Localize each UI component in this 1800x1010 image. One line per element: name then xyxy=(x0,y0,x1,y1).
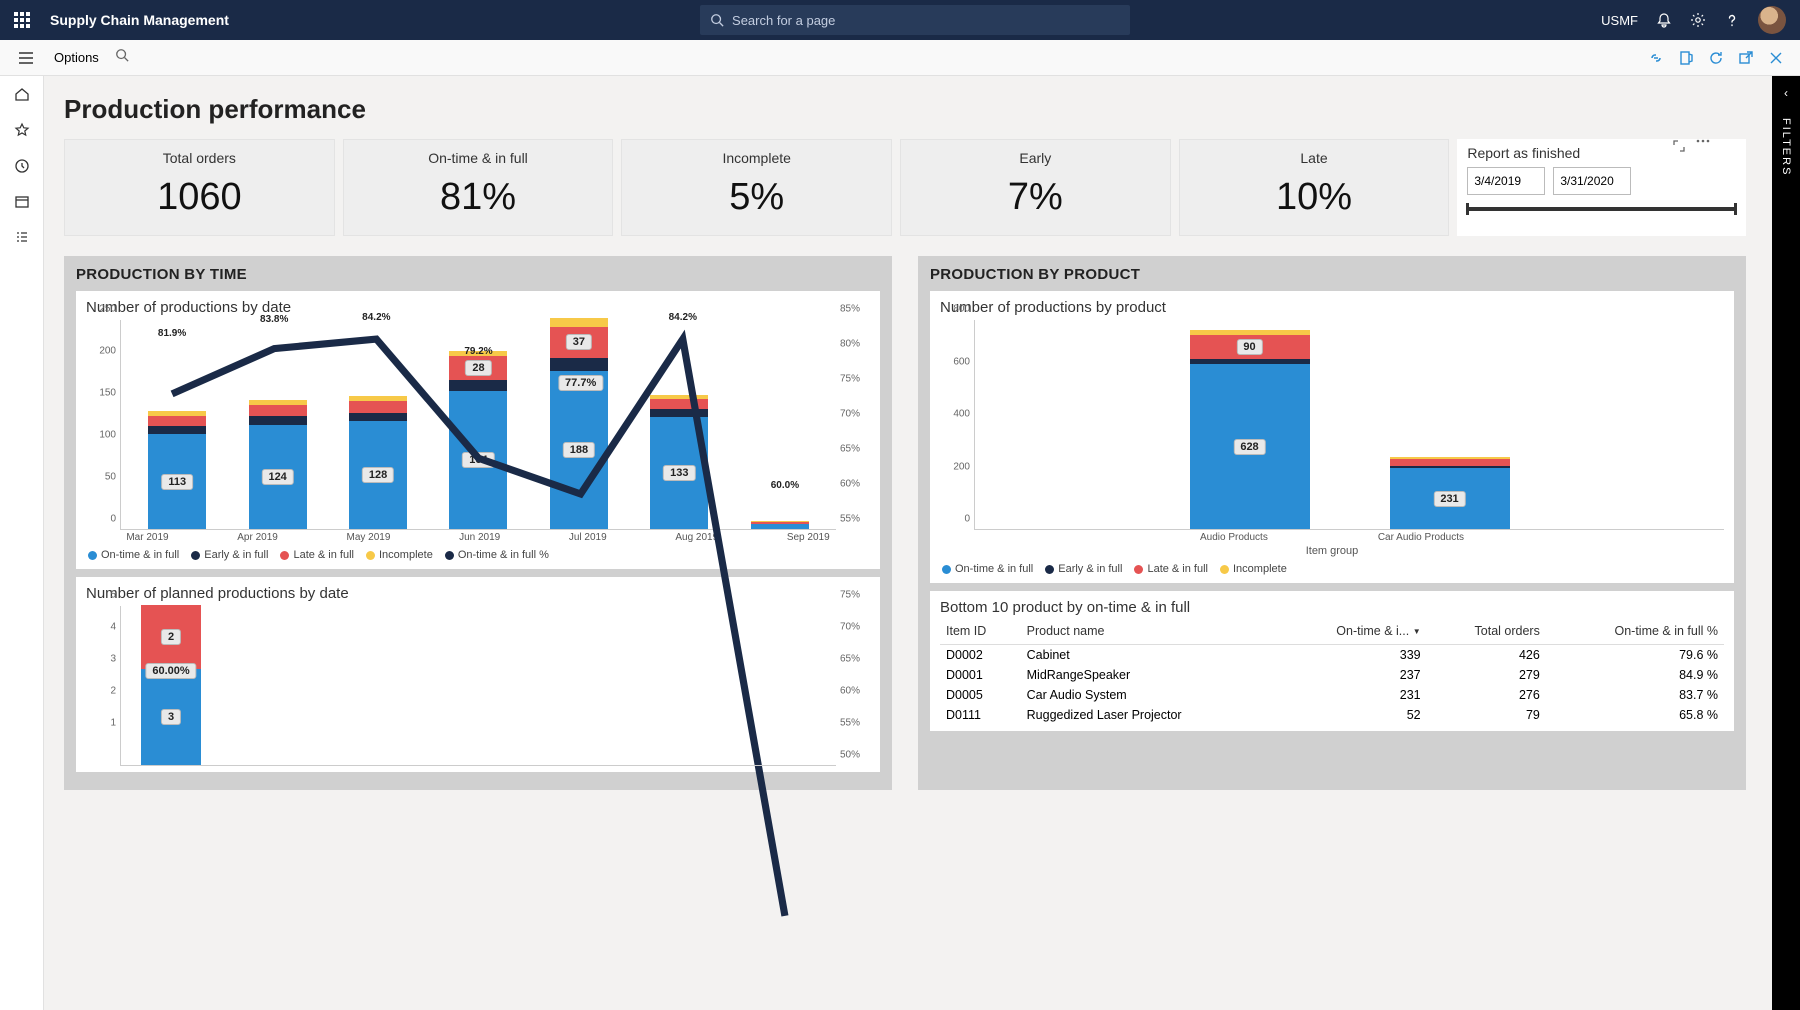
user-avatar[interactable] xyxy=(1758,6,1786,34)
close-icon[interactable] xyxy=(1768,50,1784,66)
table-row[interactable]: D0111Ruggedized Laser Projector527965.8 … xyxy=(940,705,1724,725)
app-launcher-icon[interactable] xyxy=(0,0,44,40)
panel-production-by-time: PRODUCTION BY TIME Number of productions… xyxy=(64,256,892,790)
link-icon[interactable] xyxy=(1648,50,1664,66)
office-icon[interactable] xyxy=(1678,50,1694,66)
action-search-icon[interactable] xyxy=(115,48,129,67)
date-to-input[interactable] xyxy=(1553,167,1631,195)
legend-time: On-time & in full Early & in full Late &… xyxy=(86,543,870,563)
page-title: Production performance xyxy=(64,94,1746,125)
date-range-slider[interactable] xyxy=(1467,207,1736,211)
modules-icon[interactable] xyxy=(0,220,44,256)
chart-planned-productions[interactable]: Number of planned productions by date 12… xyxy=(76,577,880,772)
hamburger-icon[interactable] xyxy=(8,51,44,65)
expand-icon[interactable] xyxy=(1672,139,1686,153)
chart-productions-by-product[interactable]: Number of productions by product 0200400… xyxy=(930,291,1734,583)
panel-production-by-product: PRODUCTION BY PRODUCT Number of producti… xyxy=(918,256,1746,790)
sort-desc-icon: ▼ xyxy=(1413,627,1421,636)
kpi-incomplete[interactable]: Incomplete 5% xyxy=(621,139,892,236)
top-navbar: Supply Chain Management Search for a pag… xyxy=(0,0,1800,40)
options-menu[interactable]: Options xyxy=(44,50,109,65)
global-search[interactable]: Search for a page xyxy=(700,5,1130,35)
table-row[interactable]: D0005Car Audio System23127683.7 % xyxy=(940,685,1724,705)
date-from-input[interactable] xyxy=(1467,167,1545,195)
settings-icon[interactable] xyxy=(1690,12,1706,28)
col-total[interactable]: Total orders xyxy=(1427,620,1546,645)
chevron-left-icon: ‹ xyxy=(1784,86,1788,100)
help-icon[interactable] xyxy=(1724,12,1740,28)
col-item-id[interactable]: Item ID xyxy=(940,620,1021,645)
notifications-icon[interactable] xyxy=(1656,12,1672,28)
home-icon[interactable] xyxy=(0,76,44,112)
chart-productions-by-date[interactable]: Number of productions by date 0501001502… xyxy=(76,291,880,569)
table-bottom-products: Bottom 10 product by on-time & in full I… xyxy=(930,591,1734,731)
left-rail xyxy=(0,76,44,1010)
popout-icon[interactable] xyxy=(1738,50,1754,66)
kpi-date-filter: Report as finished xyxy=(1457,139,1746,236)
search-placeholder: Search for a page xyxy=(732,13,835,28)
filters-rail[interactable]: ‹ FILTERS xyxy=(1772,76,1800,1010)
search-icon xyxy=(710,13,724,27)
action-bar: Options xyxy=(0,40,1800,76)
col-pct[interactable]: On-time & in full % xyxy=(1546,620,1724,645)
more-icon[interactable] xyxy=(1696,139,1710,143)
recent-icon[interactable] xyxy=(0,148,44,184)
col-otif[interactable]: On-time & i... ▼ xyxy=(1278,620,1427,645)
company-code[interactable]: USMF xyxy=(1601,13,1638,28)
kpi-on-time-full[interactable]: On-time & in full 81% xyxy=(343,139,614,236)
kpi-row: Total orders 1060 On-time & in full 81% … xyxy=(64,139,1746,236)
refresh-icon[interactable] xyxy=(1708,50,1724,66)
kpi-late[interactable]: Late 10% xyxy=(1179,139,1450,236)
content-area: Production performance Total orders 1060… xyxy=(44,76,1772,1010)
table-row[interactable]: D0001MidRangeSpeaker23727984.9 % xyxy=(940,665,1724,685)
kpi-total-orders[interactable]: Total orders 1060 xyxy=(64,139,335,236)
legend-product: On-time & in full Early & in full Late &… xyxy=(940,557,1724,577)
favorites-icon[interactable] xyxy=(0,112,44,148)
table-row[interactable]: D0002Cabinet33942679.6 % xyxy=(940,645,1724,666)
workspaces-icon[interactable] xyxy=(0,184,44,220)
app-title: Supply Chain Management xyxy=(50,12,229,28)
col-product-name[interactable]: Product name xyxy=(1021,620,1278,645)
kpi-early[interactable]: Early 7% xyxy=(900,139,1171,236)
